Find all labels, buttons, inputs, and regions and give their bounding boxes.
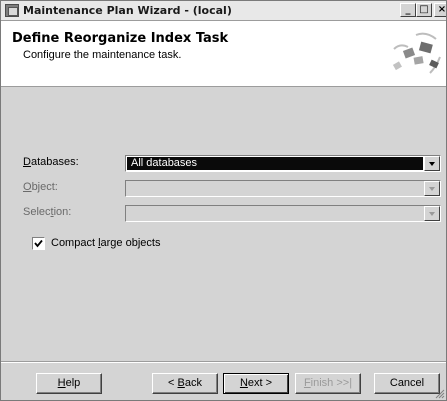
help-button[interactable]: Help: [36, 373, 102, 394]
databases-selected-value: All databases: [127, 157, 423, 170]
cancel-button[interactable]: Cancel: [374, 373, 440, 394]
help-label-rest: elp: [65, 377, 81, 389]
compact-label-b: arge objects: [100, 237, 161, 249]
next-label-rest: ext >: [247, 377, 273, 389]
selection-combobox[interactable]: [125, 205, 441, 222]
object-label-rest: bject:: [31, 181, 58, 193]
selection-label-b: ion:: [53, 206, 72, 218]
object-combobox[interactable]: [125, 180, 441, 197]
object-label: Object:: [23, 181, 58, 193]
wizard-banner-icon: [392, 32, 441, 74]
chevron-down-icon[interactable]: [424, 181, 440, 196]
databases-label: Databases:: [23, 156, 79, 168]
back-label-b: ack: [184, 377, 202, 389]
finish-label-rest: inish >>|: [310, 377, 353, 389]
window-title: Maintenance Plan Wizard - (local): [23, 4, 232, 17]
resize-grip-icon[interactable]: [433, 387, 445, 399]
maximize-button[interactable]: □: [416, 3, 432, 17]
finish-button[interactable]: Finish >>|: [295, 373, 361, 394]
back-button[interactable]: < Back: [152, 373, 218, 394]
back-label-a: <: [168, 377, 178, 389]
page-subtitle: Configure the maintenance task.: [23, 49, 182, 61]
minimize-button[interactable]: _: [400, 3, 416, 17]
close-button[interactable]: ×: [434, 3, 446, 17]
databases-label-rest: atabases:: [30, 156, 79, 168]
chevron-down-icon[interactable]: [424, 206, 440, 221]
check-icon: [34, 239, 43, 248]
compact-label-a: Compact: [51, 237, 99, 249]
selection-label: Selection:: [23, 206, 72, 218]
maintenance-plan-wizard-window: Maintenance Plan Wizard - (local) _ □ × …: [0, 0, 447, 401]
app-icon: [5, 4, 19, 17]
title-bar[interactable]: Maintenance Plan Wizard - (local) _ □ ×: [1, 1, 446, 21]
page-title: Define Reorganize Index Task: [12, 31, 229, 46]
compact-large-objects-checkbox[interactable]: [32, 237, 45, 250]
chevron-down-icon[interactable]: [424, 156, 440, 171]
footer-divider: [1, 361, 446, 363]
selection-label-a: Selec: [23, 206, 51, 218]
next-button[interactable]: Next >: [223, 373, 289, 394]
databases-combobox[interactable]: All databases: [125, 155, 441, 172]
compact-large-objects-label[interactable]: Compact large objects: [51, 237, 160, 249]
wizard-header: Define Reorganize Index Task Configure t…: [1, 21, 446, 87]
